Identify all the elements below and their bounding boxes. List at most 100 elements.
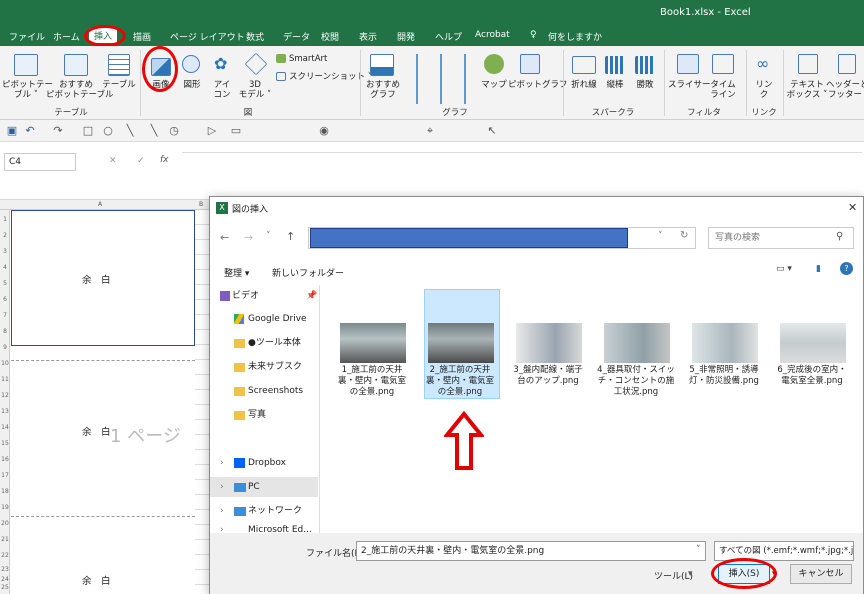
row-header[interactable]: 16: [0, 456, 10, 463]
cancel-icon[interactable]: ✕: [109, 156, 117, 166]
line-icon[interactable]: ╲: [124, 125, 136, 136]
rectangle-icon[interactable]: □: [82, 125, 94, 136]
expand-icon[interactable]: ›: [220, 477, 224, 497]
nav-item-network[interactable]: › ネットワーク: [210, 501, 318, 521]
row-header[interactable]: 15: [0, 440, 10, 447]
file-name[interactable]: 1_施工前の天井 裏・壁内・電気室 の全景.png: [330, 365, 414, 398]
nav-item-pc[interactable]: › PC: [210, 477, 318, 497]
tab-formulas[interactable]: 数式: [246, 30, 264, 43]
cancel-button[interactable]: キャンセル: [790, 564, 852, 584]
expand-icon[interactable]: ›: [220, 501, 224, 521]
timeline-button[interactable]: タイム ライン: [708, 80, 738, 100]
enter-icon[interactable]: ✓: [137, 156, 145, 166]
chart-type-icons[interactable]: [404, 54, 474, 104]
tab-view[interactable]: 表示: [359, 30, 377, 43]
row-header[interactable]: 9: [0, 344, 10, 351]
tab-review[interactable]: 校閲: [321, 30, 339, 43]
row-header[interactable]: 17: [0, 472, 10, 479]
tab-file[interactable]: ファイル: [9, 30, 45, 43]
tools-dropdown-icon[interactable]: ▾: [688, 569, 693, 579]
tab-page-layout[interactable]: ページ レイアウト: [170, 30, 245, 43]
row-header[interactable]: 18: [0, 488, 10, 495]
textbox-button[interactable]: テキスト ボックス ˅: [786, 80, 828, 100]
file-thumbnail[interactable]: [780, 323, 846, 363]
row-header[interactable]: 4: [0, 264, 10, 271]
history-icon[interactable]: ˅: [266, 231, 271, 241]
column-b-header[interactable]: B: [199, 201, 203, 208]
sparkline-winloss-button[interactable]: 勝敗: [631, 80, 659, 90]
3d-models-button[interactable]: 3D モデル ˅: [238, 80, 272, 100]
file-thumbnail[interactable]: [428, 323, 494, 363]
nav-item-videos[interactable]: ビデオ 📌: [210, 286, 318, 306]
back-icon[interactable]: ←: [220, 231, 229, 244]
icons-button[interactable]: アイ コン: [210, 80, 234, 100]
row-header[interactable]: 5: [0, 280, 10, 287]
nav-item-google-drive[interactable]: Google Drive: [210, 309, 318, 329]
align-icon[interactable]: ▷: [206, 125, 218, 136]
column-a-header[interactable]: A: [98, 201, 102, 208]
dropdown-icon[interactable]: ˅: [658, 231, 663, 241]
row-header[interactable]: 2: [0, 232, 10, 239]
sparkline-column-button[interactable]: 縦棒: [601, 80, 629, 90]
row-header[interactable]: 25: [0, 584, 10, 591]
recommended-charts-button[interactable]: おすすめ グラフ: [364, 80, 402, 100]
row-header[interactable]: 1: [0, 216, 10, 223]
nav-item-photos[interactable]: 写真: [210, 405, 318, 425]
tab-data[interactable]: データ: [283, 30, 310, 43]
freeform-icon[interactable]: ◷: [168, 125, 180, 136]
preview-pane-icon[interactable]: ▮: [816, 264, 821, 274]
expand-icon[interactable]: ›: [220, 453, 224, 473]
new-folder-button[interactable]: 新しいフォルダー: [272, 266, 344, 279]
file-thumbnail[interactable]: [516, 323, 582, 363]
tab-draw[interactable]: 描画: [133, 30, 151, 43]
row-header[interactable]: 24: [0, 576, 10, 583]
arrow-icon[interactable]: ╲: [148, 125, 160, 136]
shapes-button[interactable]: 図形: [180, 80, 204, 90]
recommended-pivot-button[interactable]: おすすめ ピボットテーブル: [46, 80, 114, 100]
row-header[interactable]: 6: [0, 296, 10, 303]
map-button[interactable]: マップ: [478, 80, 510, 90]
name-box[interactable]: C4: [4, 153, 76, 171]
tab-acrobat[interactable]: Acrobat: [475, 30, 510, 40]
pivot-table-button[interactable]: ピボットテー ブル ˅: [2, 80, 53, 100]
forward-icon[interactable]: →: [244, 231, 253, 244]
group-icon[interactable]: ▭: [230, 125, 242, 136]
file-thumbnail[interactable]: [692, 323, 758, 363]
view-icon[interactable]: ▭ ▾: [776, 264, 792, 274]
nav-item-microsoft-edge[interactable]: › Microsoft Ed...: [210, 523, 318, 533]
row-header[interactable]: 8: [0, 328, 10, 335]
link-button[interactable]: リン ク: [752, 80, 776, 100]
organize-button[interactable]: 整理 ▾: [224, 266, 249, 279]
sparkline-line-button[interactable]: 折れ線: [566, 80, 602, 90]
tab-developer[interactable]: 開発: [397, 30, 415, 43]
nav-item-dropbox[interactable]: › Dropbox: [210, 453, 318, 473]
file-thumbnail[interactable]: [340, 323, 406, 363]
header-footer-button[interactable]: ヘッダーと フッター: [826, 80, 864, 100]
row-header[interactable]: 22: [0, 552, 10, 559]
row-header[interactable]: 10: [0, 360, 10, 367]
row-header[interactable]: 19: [0, 504, 10, 511]
filename-dropdown-icon[interactable]: ˅: [696, 545, 701, 555]
slicer-button[interactable]: スライサー: [668, 80, 711, 90]
pointer-icon[interactable]: ↖: [486, 125, 498, 136]
row-header[interactable]: 11: [0, 376, 10, 383]
close-icon[interactable]: ✕: [848, 201, 857, 214]
up-icon[interactable]: ↑: [286, 230, 295, 243]
redo-icon[interactable]: ↷: [52, 125, 64, 136]
oval-icon[interactable]: ○: [102, 125, 114, 136]
refresh-icon[interactable]: ↻: [680, 230, 688, 241]
row-header[interactable]: 20: [0, 520, 10, 527]
file-thumbnail[interactable]: [604, 323, 670, 363]
undo-icon[interactable]: ↶: [24, 125, 36, 136]
filename-input[interactable]: 2_施工前の天井裏・壁内・電気室の全景.png: [356, 541, 706, 561]
row-header[interactable]: 14: [0, 424, 10, 431]
table-button[interactable]: テーブル: [102, 80, 136, 90]
file-name[interactable]: 2_施工前の天井 裏・壁内・電気室 の全景.png: [418, 365, 502, 398]
camera-icon[interactable]: ◉: [318, 125, 330, 136]
tell-me-search[interactable]: 何をしますか: [548, 30, 602, 43]
row-header[interactable]: 21: [0, 536, 10, 543]
nav-item-subscription[interactable]: 未来サブスク: [210, 357, 318, 377]
file-name[interactable]: 3_盤内配線・端子 台のアップ.png: [506, 365, 590, 387]
help-icon[interactable]: ?: [840, 262, 853, 275]
row-header[interactable]: 23: [0, 566, 10, 573]
